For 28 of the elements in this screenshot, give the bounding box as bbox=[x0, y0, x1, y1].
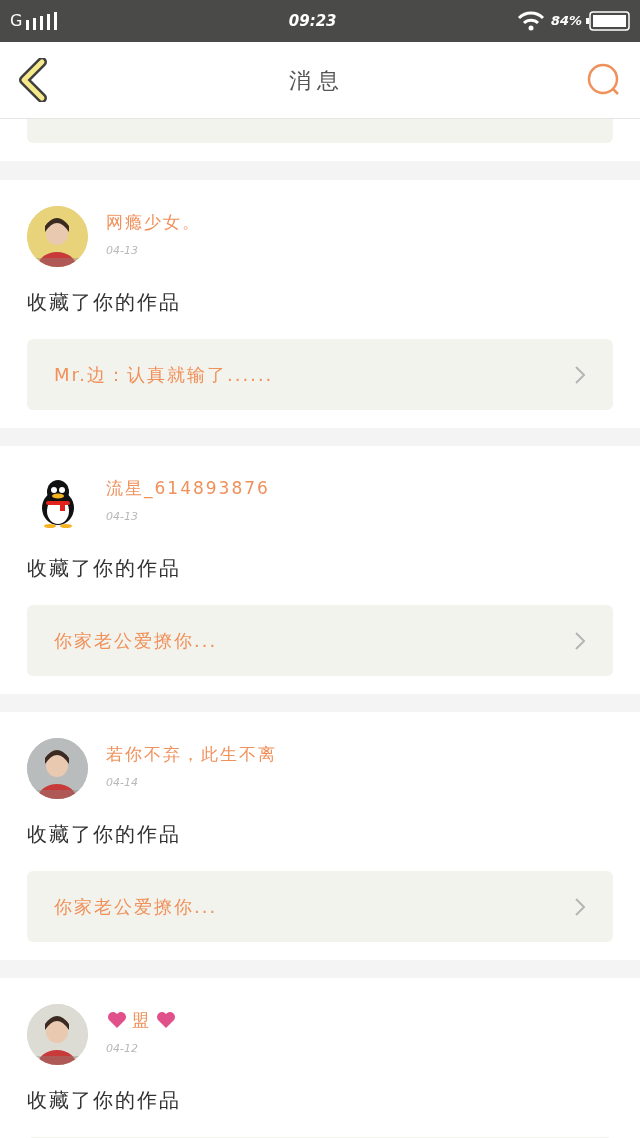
heart-icon bbox=[106, 1011, 128, 1030]
heart-icon bbox=[155, 1011, 177, 1030]
date: 04-12 bbox=[106, 1041, 139, 1057]
user-name[interactable]: 流星_614893876 bbox=[106, 475, 270, 501]
work-link[interactable]: 你家老公爱撩你... bbox=[27, 871, 613, 942]
user-name[interactable]: 网瘾少女。 bbox=[106, 209, 201, 235]
date: 04-14 bbox=[106, 775, 139, 791]
page-title: 消息 bbox=[289, 66, 345, 95]
chevron-icon bbox=[574, 896, 586, 917]
battery-icon bbox=[586, 11, 630, 31]
work-link[interactable]: 你家老公爱撩你... bbox=[27, 605, 613, 676]
action-text: 收藏了你的作品 bbox=[27, 555, 182, 582]
user-name[interactable]: 若你不弃，此生不离 bbox=[106, 741, 277, 767]
back-icon[interactable] bbox=[18, 58, 48, 102]
date: 04-13 bbox=[106, 509, 139, 525]
action-text: 收藏了你的作品 bbox=[27, 1087, 182, 1114]
clock: 09:23 bbox=[287, 10, 337, 32]
signal-icon bbox=[26, 12, 59, 30]
action-text: 收藏了你的作品 bbox=[27, 289, 182, 316]
network-label: G bbox=[10, 10, 23, 32]
user-name[interactable]: 盟 bbox=[132, 1007, 151, 1033]
date: 04-13 bbox=[106, 243, 139, 259]
wifi-icon bbox=[516, 11, 545, 31]
battery-percent: 84% bbox=[550, 12, 582, 31]
action-text: 收藏了你的作品 bbox=[27, 821, 182, 848]
chevron-icon bbox=[574, 364, 586, 385]
chevron-icon bbox=[574, 630, 586, 651]
work-link[interactable]: Mr.边：认真就输了...... bbox=[27, 339, 613, 410]
